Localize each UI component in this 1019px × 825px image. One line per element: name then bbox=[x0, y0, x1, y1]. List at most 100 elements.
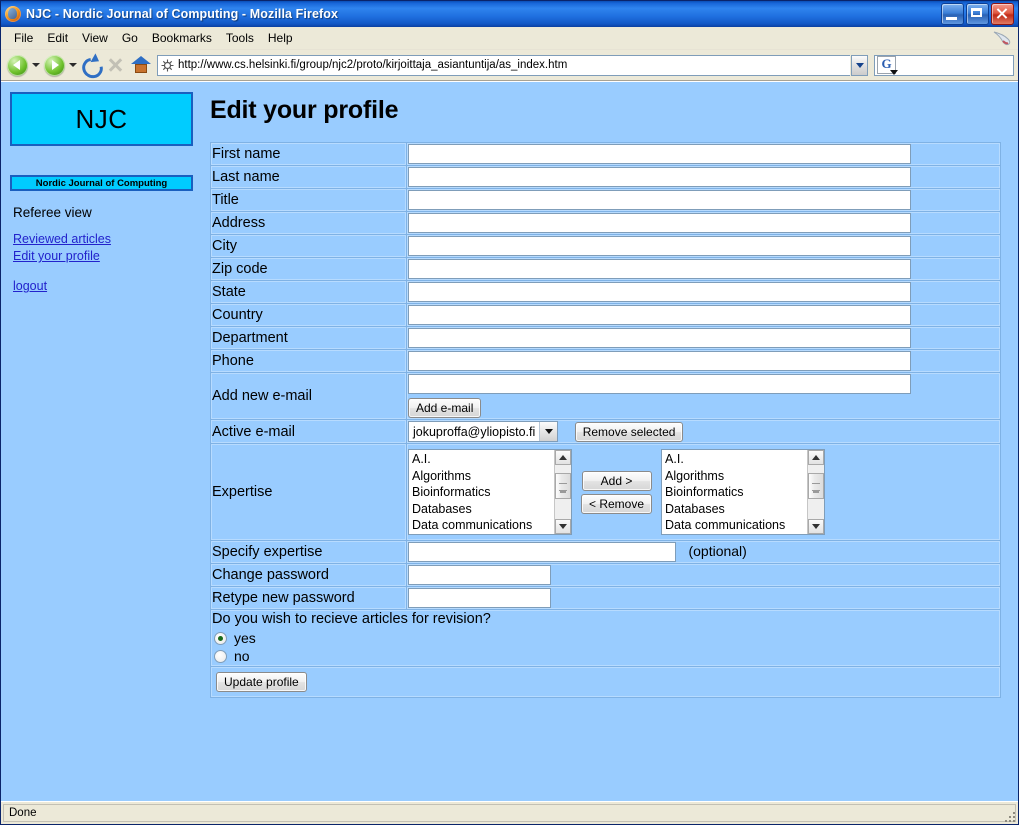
scroll-thumb[interactable] bbox=[555, 473, 571, 499]
address-input[interactable] bbox=[408, 213, 911, 233]
revision-option-no[interactable]: no bbox=[212, 647, 999, 665]
address-bar-dropdown[interactable] bbox=[851, 54, 868, 76]
change-password-input[interactable] bbox=[408, 565, 551, 585]
table-row: Do you wish to recieve articles for revi… bbox=[211, 610, 1000, 666]
cell-phone bbox=[407, 350, 1000, 372]
scroll-down-icon[interactable] bbox=[808, 519, 825, 534]
scroll-track[interactable] bbox=[555, 465, 571, 519]
active-email-select[interactable]: jokuproffa@yliopisto.fi bbox=[408, 421, 559, 442]
resize-grip[interactable] bbox=[1002, 809, 1016, 823]
scroll-thumb[interactable] bbox=[808, 473, 825, 499]
sidebar-link-reviewed-articles[interactable]: Reviewed articles bbox=[13, 231, 206, 248]
label-specify-expertise: Specify expertise bbox=[211, 541, 406, 563]
available-list-scrollbar[interactable] bbox=[554, 450, 571, 534]
label-country: Country bbox=[211, 304, 406, 326]
minimize-button[interactable] bbox=[941, 3, 964, 25]
city-input[interactable] bbox=[408, 236, 911, 256]
chevron-down-icon[interactable] bbox=[539, 422, 558, 441]
reload-button[interactable] bbox=[79, 53, 103, 77]
list-item[interactable]: A.I. bbox=[409, 451, 554, 468]
home-button[interactable] bbox=[129, 53, 153, 77]
cell-retype-password bbox=[407, 587, 1000, 609]
scroll-up-icon[interactable] bbox=[808, 450, 825, 465]
page-favicon bbox=[158, 59, 177, 72]
table-row: Update profile bbox=[211, 667, 1000, 697]
country-input[interactable] bbox=[408, 305, 911, 325]
forward-button[interactable] bbox=[42, 53, 66, 77]
list-item[interactable]: Databases bbox=[409, 501, 554, 518]
add-email-button[interactable]: Add e-mail bbox=[408, 398, 482, 418]
state-input[interactable] bbox=[408, 282, 911, 302]
menu-item-view[interactable]: View bbox=[75, 29, 115, 47]
menu-item-edit[interactable]: Edit bbox=[40, 29, 75, 47]
revision-option-yes[interactable]: yes bbox=[212, 629, 999, 647]
maximize-button[interactable] bbox=[966, 3, 989, 25]
remove-selected-email-button[interactable]: Remove selected bbox=[574, 421, 684, 442]
cell-department bbox=[407, 327, 1000, 349]
menu-item-bookmarks[interactable]: Bookmarks bbox=[145, 29, 219, 47]
back-button[interactable] bbox=[5, 53, 29, 77]
phone-input[interactable] bbox=[408, 351, 911, 371]
label-last-name: Last name bbox=[211, 166, 406, 188]
address-bar[interactable]: http://www.cs.helsinki.fi/group/njc2/pro… bbox=[157, 54, 850, 76]
expertise-available-listbox[interactable]: A.I. Algorithms Bioinformatics Databases… bbox=[408, 449, 572, 535]
add-email-input[interactable] bbox=[408, 374, 911, 394]
title-input[interactable] bbox=[408, 190, 911, 210]
cell-title bbox=[407, 189, 1000, 211]
radio-no-icon[interactable] bbox=[214, 649, 227, 663]
list-item[interactable]: Databases bbox=[662, 501, 807, 518]
journal-subtitle-text: Nordic Journal of Computing bbox=[35, 177, 168, 189]
list-item[interactable]: Bioinformatics bbox=[409, 484, 554, 501]
list-item[interactable]: A.I. bbox=[662, 451, 807, 468]
expertise-available-options: A.I. Algorithms Bioinformatics Databases… bbox=[409, 450, 554, 534]
close-button[interactable] bbox=[991, 3, 1014, 25]
table-row: Change password bbox=[211, 564, 1000, 586]
list-item[interactable]: Data communications bbox=[409, 517, 554, 534]
window-controls bbox=[941, 3, 1016, 25]
role-label: Referee view bbox=[13, 205, 92, 220]
radio-yes-icon[interactable] bbox=[214, 631, 227, 645]
cell-city bbox=[407, 235, 1000, 257]
table-row: Expertise A.I. Algorithms Bioinformatics bbox=[211, 444, 1000, 540]
selected-list-scrollbar[interactable] bbox=[807, 450, 825, 534]
expertise-selected-options: A.I. Algorithms Bioinformatics Databases… bbox=[662, 450, 807, 534]
label-department: Department bbox=[211, 327, 406, 349]
back-history-dropdown[interactable] bbox=[30, 53, 41, 77]
list-item[interactable]: Algorithms bbox=[662, 468, 807, 485]
sidebar-link-edit-profile[interactable]: Edit your profile bbox=[13, 248, 206, 265]
forward-history-dropdown[interactable] bbox=[67, 53, 78, 77]
menu-item-tools[interactable]: Tools bbox=[219, 29, 261, 47]
retype-password-input[interactable] bbox=[408, 588, 551, 608]
search-bar[interactable]: G bbox=[874, 54, 1014, 76]
menu-item-go[interactable]: Go bbox=[115, 29, 145, 47]
scroll-up-icon[interactable] bbox=[555, 450, 571, 465]
menu-item-help[interactable]: Help bbox=[261, 29, 300, 47]
last-name-input[interactable] bbox=[408, 167, 911, 187]
page-title: Edit your profile bbox=[210, 96, 399, 124]
page-content: Edit your profile First name Last name T… bbox=[206, 82, 1018, 698]
expertise-remove-button[interactable]: < Remove bbox=[581, 493, 653, 514]
list-item[interactable]: Algorithms bbox=[409, 468, 554, 485]
search-engine-icon[interactable]: G bbox=[877, 56, 898, 75]
cell-change-password bbox=[407, 564, 1000, 586]
table-row: State bbox=[211, 281, 1000, 303]
specify-expertise-input[interactable] bbox=[408, 542, 676, 562]
list-item[interactable]: Bioinformatics bbox=[662, 484, 807, 501]
department-input[interactable] bbox=[408, 328, 911, 348]
scroll-track[interactable] bbox=[808, 465, 825, 519]
menu-item-file[interactable]: File bbox=[7, 29, 40, 47]
firefox-icon bbox=[5, 6, 21, 22]
cell-country bbox=[407, 304, 1000, 326]
zip-code-input[interactable] bbox=[408, 259, 911, 279]
forward-arrow-icon bbox=[43, 54, 65, 76]
cell-active-email: jokuproffa@yliopisto.fi Remove selected bbox=[407, 420, 1000, 443]
update-profile-button[interactable]: Update profile bbox=[216, 672, 307, 692]
expertise-selected-listbox[interactable]: A.I. Algorithms Bioinformatics Databases… bbox=[661, 449, 826, 535]
home-icon bbox=[131, 56, 151, 74]
logout-link[interactable]: logout bbox=[13, 279, 206, 293]
expertise-add-button[interactable]: Add > bbox=[581, 470, 652, 491]
scroll-down-icon[interactable] bbox=[555, 519, 571, 534]
first-name-input[interactable] bbox=[408, 144, 911, 164]
active-email-selected-value: jokuproffa@yliopisto.fi bbox=[413, 424, 536, 439]
list-item[interactable]: Data communications bbox=[662, 517, 807, 534]
